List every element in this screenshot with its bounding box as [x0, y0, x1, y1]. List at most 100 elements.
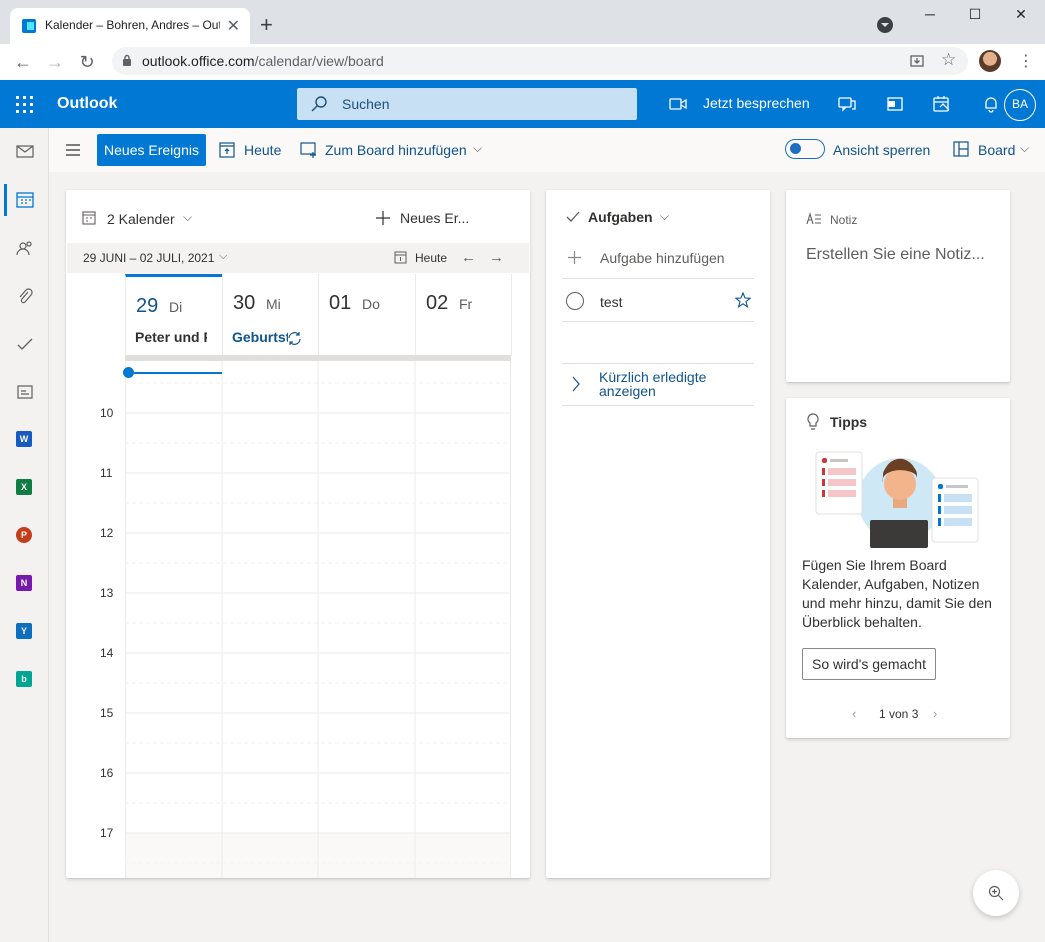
yammer-icon: Y	[16, 623, 32, 639]
chevron-down-icon[interactable]: ⌵	[219, 250, 227, 263]
word-icon: W	[16, 431, 32, 447]
rail-onenote[interactable]: N	[0, 566, 49, 602]
checkmark-icon	[17, 338, 33, 350]
rail-files[interactable]	[0, 278, 49, 314]
video-camera-icon[interactable]	[669, 96, 687, 112]
day-column-header[interactable]: 30 Mi Geburtst	[222, 274, 319, 356]
calendar-count-dropdown[interactable]: 2 Kalender	[107, 211, 175, 227]
powerpoint-icon: P	[16, 527, 32, 543]
lightbulb-icon	[807, 413, 819, 430]
rail-mail[interactable]	[0, 134, 49, 170]
previous-arrow-icon[interactable]: ←	[461, 249, 476, 266]
my-day-icon[interactable]	[932, 94, 952, 114]
show-completed-link[interactable]: Kürzlich erledigte anzeigen	[599, 370, 749, 398]
minimize-icon[interactable]: ─	[920, 6, 940, 22]
board-illustration	[815, 451, 979, 548]
onenote-icon: N	[16, 575, 32, 591]
calendar-icon	[82, 211, 96, 225]
meet-now-button[interactable]: Jetzt besprechen	[703, 95, 810, 111]
zoom-in-icon	[988, 885, 1004, 901]
reload-icon[interactable]: ↻	[76, 52, 98, 73]
how-to-button[interactable]: So wird's gemacht	[802, 648, 936, 680]
hamburger-menu-icon[interactable]	[66, 144, 80, 156]
all-day-event[interactable]: Geburtst	[232, 329, 288, 345]
current-time-line	[134, 372, 222, 374]
hour-label: 13	[100, 586, 114, 600]
today-button[interactable]: Heute	[244, 142, 281, 158]
rail-powerpoint[interactable]: P	[0, 518, 49, 554]
note-label: Notiz	[830, 213, 858, 227]
people-icon	[16, 241, 32, 256]
profile-avatar[interactable]	[979, 50, 1001, 72]
rail-yammer[interactable]: Y	[0, 614, 49, 650]
tips-pager: 1 von 3	[879, 707, 919, 721]
hour-label: 11	[100, 466, 113, 480]
rail-calendar[interactable]	[0, 182, 49, 218]
rail-word[interactable]: W	[0, 422, 49, 458]
today-calendar-icon	[394, 251, 407, 264]
app-launcher-icon[interactable]	[16, 96, 34, 114]
outlook-favicon-icon	[22, 19, 36, 33]
rail-groups[interactable]	[0, 374, 49, 410]
card-new-event-button[interactable]: Neues Er...	[400, 210, 469, 226]
chevron-down-icon[interactable]: ⌵	[1020, 141, 1029, 156]
chevron-down-icon[interactable]: ⌵	[473, 141, 482, 156]
add-to-board-button[interactable]: Zum Board hinzufügen	[325, 142, 467, 158]
calendar-icon	[16, 192, 34, 208]
day-column-header[interactable]: 29 Di Peter und F	[125, 274, 222, 356]
hour-label: 16	[100, 766, 114, 780]
time-grid[interactable]	[125, 361, 511, 878]
task-complete-checkbox[interactable]	[566, 292, 584, 310]
rail-todo[interactable]	[0, 326, 49, 362]
install-app-icon[interactable]	[910, 54, 924, 68]
user-avatar[interactable]: BA	[1004, 89, 1036, 121]
search-placeholder: Suchen	[342, 96, 390, 112]
day-column-header[interactable]: 02 Fr	[415, 274, 512, 356]
day-name: Mi	[266, 296, 281, 312]
note-input[interactable]: Erstellen Sie eine Notiz...	[806, 246, 985, 264]
bell-icon[interactable]	[981, 94, 1001, 114]
card-today-button[interactable]: Heute	[415, 251, 447, 265]
forward-icon[interactable]: →	[44, 52, 66, 73]
add-task-input[interactable]: Aufgabe hinzufügen	[600, 250, 725, 266]
tab-close-icon[interactable]: ✕	[227, 16, 240, 36]
divider	[562, 321, 754, 322]
browser-tab[interactable]: Kalender – Bohren, Andres – Outlook ✕	[10, 8, 250, 44]
mail-icon	[16, 145, 34, 158]
task-title[interactable]: test	[600, 294, 623, 310]
rail-people[interactable]	[0, 230, 49, 266]
tab-search-icon[interactable]	[877, 17, 893, 33]
maximize-icon[interactable]: ☐	[965, 6, 985, 23]
tips-title: Tipps	[830, 414, 868, 430]
view-switcher-button[interactable]: Board	[978, 142, 1015, 158]
rail-excel[interactable]: X	[0, 470, 49, 506]
day-column-header[interactable]: 01 Do	[318, 274, 415, 356]
divider	[562, 405, 754, 406]
hour-label: 12	[100, 526, 114, 540]
tasks-title[interactable]: Aufgaben	[588, 209, 653, 225]
office-apps-icon[interactable]	[885, 94, 905, 114]
chevron-down-icon[interactable]: ⌵	[660, 209, 669, 224]
next-arrow-icon[interactable]: →	[489, 249, 504, 266]
star-icon[interactable]	[735, 292, 751, 308]
window-close-icon[interactable]: ✕	[1011, 6, 1031, 23]
teams-chat-icon[interactable]	[837, 94, 857, 114]
rail-bookings[interactable]: b	[0, 662, 49, 698]
groups-icon	[17, 385, 33, 399]
browser-menu-icon[interactable]: ⋮	[1018, 51, 1034, 71]
zoom-button[interactable]	[973, 870, 1019, 916]
all-day-event[interactable]: Peter und F	[135, 329, 207, 345]
back-icon[interactable]: ←	[12, 52, 34, 73]
recurring-icon	[288, 332, 301, 345]
new-tab-icon[interactable]: +	[260, 12, 273, 38]
hour-label: 10	[100, 406, 114, 420]
lock-view-toggle[interactable]	[785, 139, 825, 159]
app-name[interactable]: Outlook	[57, 95, 117, 113]
new-event-button[interactable]: Neues Ereignis	[97, 134, 206, 166]
date-range-dropdown[interactable]: 29 JUNI – 02 JULI, 2021	[83, 251, 214, 265]
search-icon	[311, 96, 327, 112]
chevron-right-icon[interactable]: ›	[933, 706, 937, 721]
chevron-down-icon[interactable]: ⌵	[183, 210, 192, 225]
chevron-left-icon[interactable]: ‹	[852, 706, 856, 721]
bookmark-star-icon[interactable]: ☆	[941, 50, 956, 70]
